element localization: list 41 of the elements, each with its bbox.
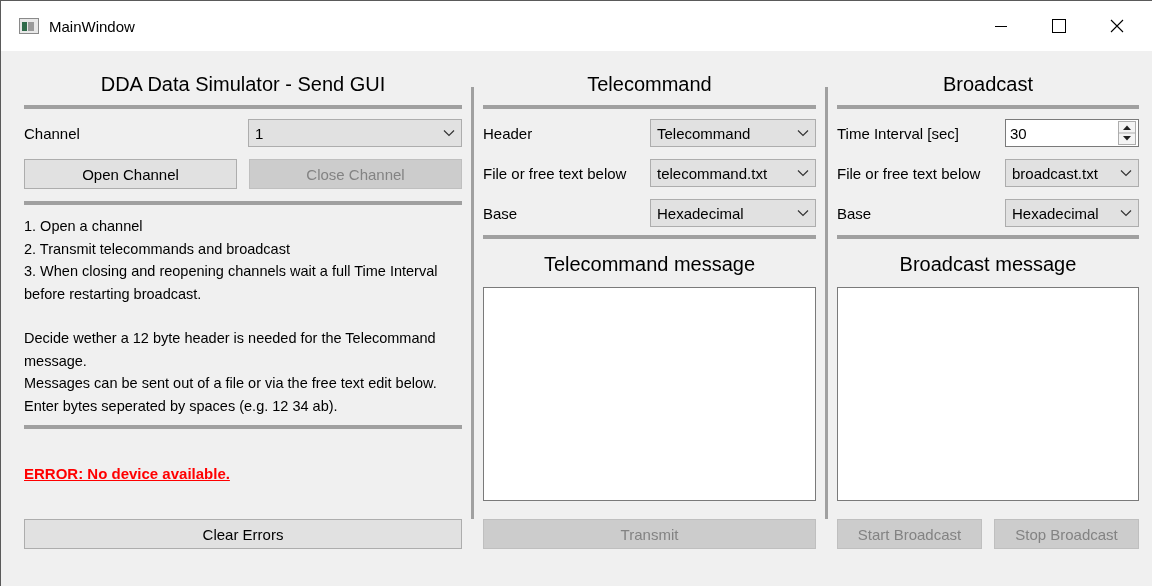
push-button[interactable]: Clear Errors [24,519,462,549]
push-button[interactable]: Open Channel [24,159,237,189]
chevron-down-icon [443,129,455,137]
message-text-area[interactable] [837,287,1139,501]
chevron-down-icon [797,209,809,217]
dropdown[interactable]: 1 [248,119,462,147]
section-title: Telecommand message [542,252,757,277]
field-label: Base [837,204,873,222]
minimize-icon [995,25,1007,27]
spin-arrows-icon [1118,121,1136,145]
panel-title: DDA Data Simulator - Send GUI [99,72,387,97]
spin-box[interactable]: 30 [1005,119,1139,147]
note-text: Decide wether a 12 byte header is needed for the Telecommand message. [24,329,437,371]
window-title: MainWindow [49,17,136,35]
field-label: Header [483,124,534,142]
dropdown[interactable]: Telecommand [650,119,816,147]
close-icon [1110,19,1124,33]
maximize-icon [1052,19,1066,33]
panel-title: Broadcast [941,72,1035,97]
chevron-down-icon [797,169,809,177]
instruction-text: 2. Transmit telecommands and broadcast [24,239,291,259]
dropdown[interactable]: Hexadecimal [650,199,816,227]
dropdown[interactable]: broadcast.txt [1005,159,1139,187]
error-message: ERROR: No device available. [24,465,231,482]
chevron-down-icon [797,129,809,137]
note-text: Messages can be sent out of a file or via the free text edit below. Enter bytes seperated by spaces (e.g. 12 34 ab). [24,374,438,416]
chevron-down-icon [1120,169,1132,177]
field-label: Channel [24,124,81,142]
chevron-down-icon [1120,209,1132,217]
instruction-text: 3. When closing and reopening channels wait a full Time Interval before restarting broadcast. [24,262,439,304]
dropdown[interactable]: telecommand.txt [650,159,816,187]
message-text-area[interactable] [483,287,816,501]
field-label: Base [483,204,519,222]
field-label: File or free text below [483,164,628,182]
app-icon [19,18,39,34]
field-label: File or free text below [837,164,982,182]
section-title: Broadcast message [898,252,1078,277]
field-label: Time Interval [sec] [837,124,960,142]
instruction-text: 1. Open a channel [24,217,144,236]
dropdown[interactable]: Hexadecimal [1005,199,1139,227]
panel-title: Telecommand [586,72,713,97]
